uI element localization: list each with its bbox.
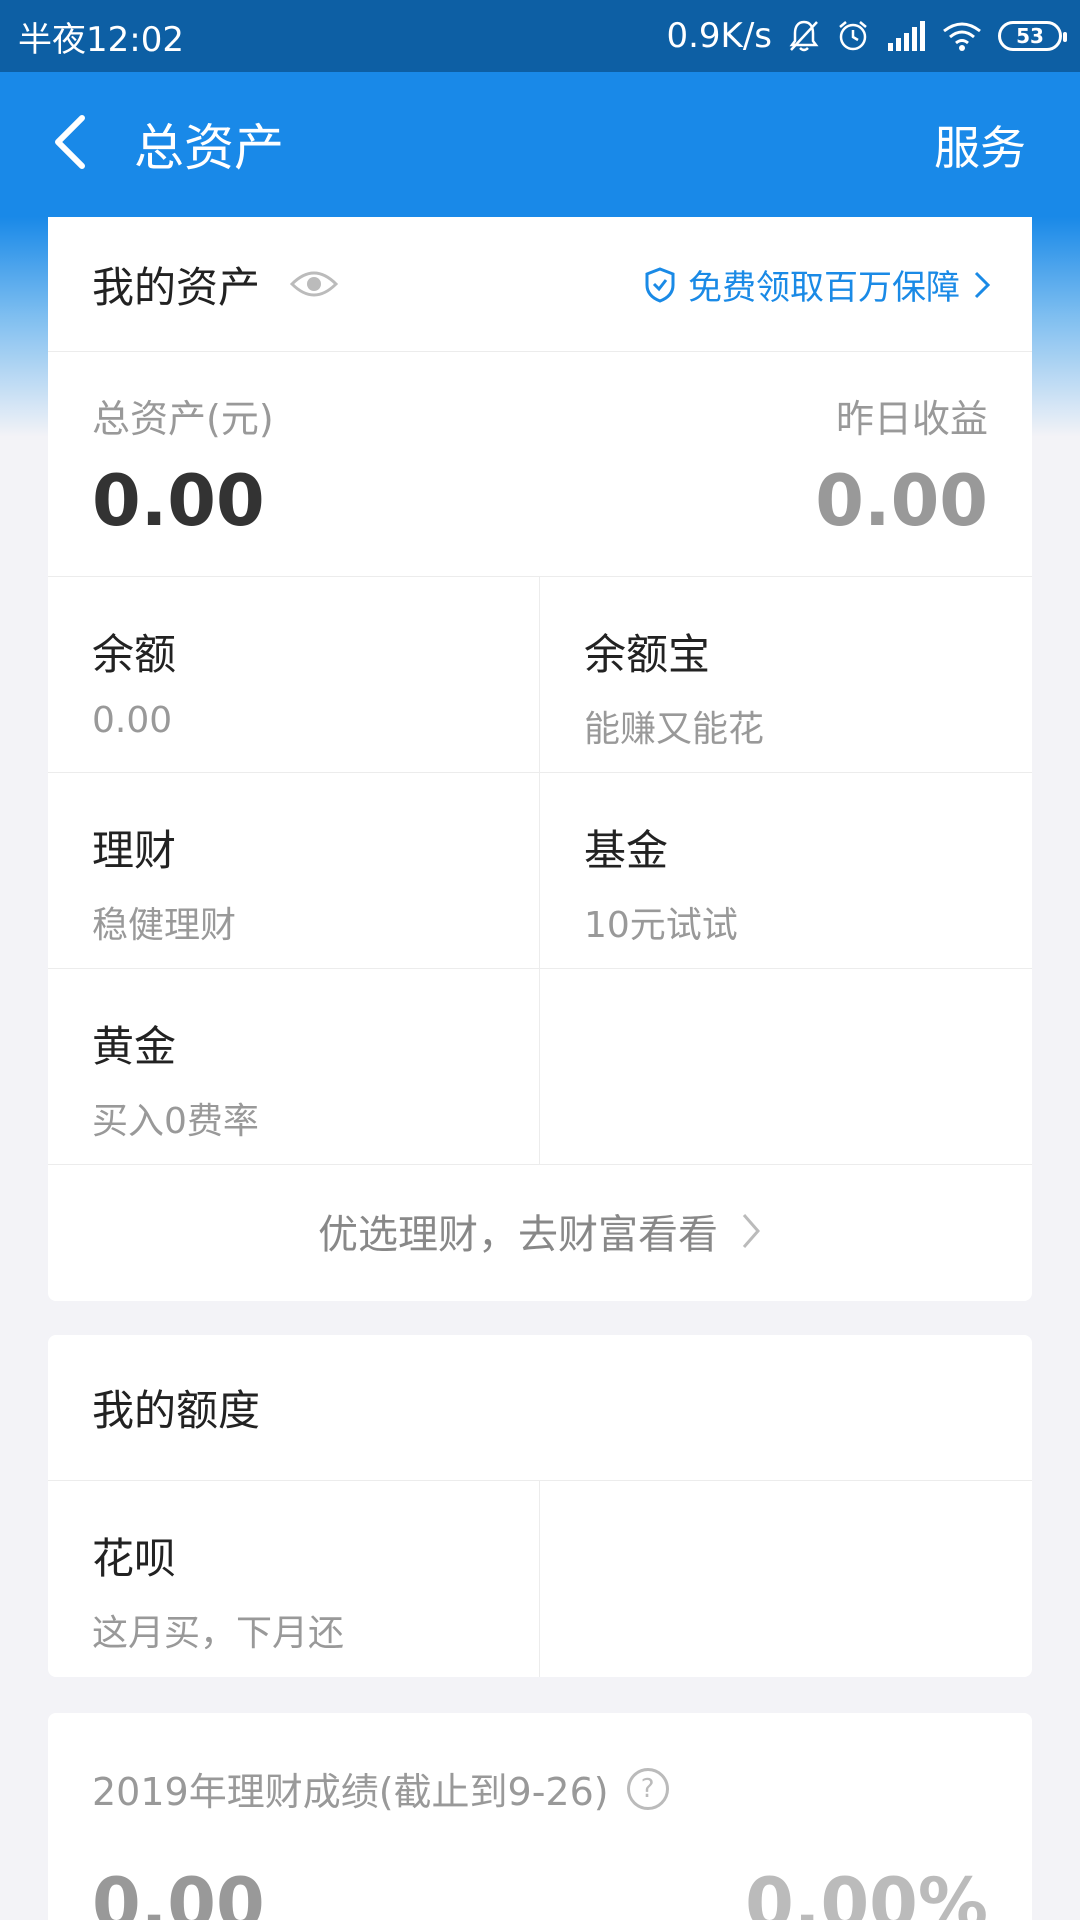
asset-item-yuebao[interactable]: 余额宝 能赚又能花 <box>540 577 1032 773</box>
signal-icon <box>886 21 926 51</box>
asset-grid: 余额 0.00 余额宝 能赚又能花 理财 稳健理财 基金 10元试试 黄金 买入… <box>48 577 1032 1165</box>
asset-item-name: 黄金 <box>92 1022 177 1071</box>
asset-item-name: 基金 <box>584 826 669 875</box>
status-bar: 半夜12:02 0.9K/s 53 <box>0 0 1080 72</box>
more-wealth-label: 优选理财，去财富看看 <box>318 1212 718 1258</box>
bell-off-icon <box>788 19 820 53</box>
total-assets-label: 总资产(元) <box>92 397 274 441</box>
battery-level: 53 <box>1016 24 1044 48</box>
battery-icon: 53 <box>998 21 1067 51</box>
total-assets-value[interactable]: 0.00 <box>92 460 265 542</box>
chevron-right-icon <box>974 271 991 298</box>
wifi-icon <box>942 21 982 51</box>
asset-item-sub: 10元试试 <box>584 905 738 946</box>
performance-label-row: 2019年理财成绩(截止到9-26) ? <box>92 1761 669 1816</box>
nav-bar: 总资产 服务 <box>0 72 1080 217</box>
asset-item-name: 理财 <box>92 826 177 875</box>
performance-rate: 0.00% <box>745 1863 988 1920</box>
asset-item-name: 余额宝 <box>584 630 711 679</box>
more-wealth-link[interactable]: 优选理财，去财富看看 <box>48 1165 1032 1297</box>
performance-label: 2019年理财成绩(截止到9-26) <box>92 1770 609 1814</box>
status-icons: 0.9K/s 53 <box>666 16 1067 56</box>
quota-item-sub: 这月买，下月还 <box>92 1613 345 1654</box>
chevron-right-icon <box>742 1214 760 1248</box>
back-button[interactable] <box>40 112 100 172</box>
net-speed: 0.9K/s <box>666 16 772 56</box>
quota-card: 我的额度 花呗 这月买，下月还 <box>48 1335 1032 1677</box>
quota-grid: 花呗 这月买，下月还 <box>48 1481 1032 1677</box>
quota-item-name: 花呗 <box>92 1534 177 1583</box>
assets-header: 我的资产 免费领取百万保障 <box>48 217 1032 352</box>
assets-title: 我的资产 <box>92 262 261 312</box>
service-button[interactable]: 服务 <box>934 112 1026 178</box>
totals-section: 总资产(元) 0.00 昨日收益 0.00 <box>48 352 1032 577</box>
quota-item-empty <box>540 1481 1032 1677</box>
yesterday-income-label: 昨日收益 <box>835 397 988 441</box>
chevron-left-icon <box>55 115 85 169</box>
asset-item-sub: 稳健理财 <box>92 905 237 946</box>
page-title: 总资产 <box>134 119 284 177</box>
asset-item-gold[interactable]: 黄金 买入0费率 <box>48 969 540 1165</box>
asset-item-sub: 能赚又能花 <box>584 709 765 750</box>
alarm-icon <box>836 19 870 53</box>
quota-title: 我的额度 <box>92 1386 261 1435</box>
asset-item-sub: 买入0费率 <box>92 1101 259 1142</box>
eye-icon[interactable] <box>290 268 339 300</box>
asset-item-wealth[interactable]: 理财 稳健理财 <box>48 773 540 969</box>
shield-icon <box>645 266 675 303</box>
protect-link[interactable]: 免费领取百万保障 <box>644 217 992 352</box>
quota-item-huabei[interactable]: 花呗 这月买，下月还 <box>48 1481 540 1677</box>
help-icon[interactable]: ? <box>626 1767 669 1810</box>
asset-item-sub: 0.00 <box>92 700 173 741</box>
asset-item-name: 余额 <box>92 630 177 679</box>
protect-label: 免费领取百万保障 <box>688 268 960 308</box>
quota-header: 我的额度 <box>48 1335 1032 1481</box>
assets-card: 我的资产 免费领取百万保障 总资产(元) 0.00 昨日收益 0.00 余额 0… <box>48 217 1032 1301</box>
yesterday-income-value[interactable]: 0.00 <box>815 460 988 542</box>
performance-value: 0.00 <box>92 1863 265 1920</box>
asset-item-empty <box>540 969 1032 1165</box>
asset-item-fund[interactable]: 基金 10元试试 <box>540 773 1032 969</box>
asset-item-balance[interactable]: 余额 0.00 <box>48 577 540 773</box>
status-time: 半夜12:02 <box>18 19 184 60</box>
performance-card: 2019年理财成绩(截止到9-26) ? 0.00 0.00% <box>48 1713 1032 1920</box>
